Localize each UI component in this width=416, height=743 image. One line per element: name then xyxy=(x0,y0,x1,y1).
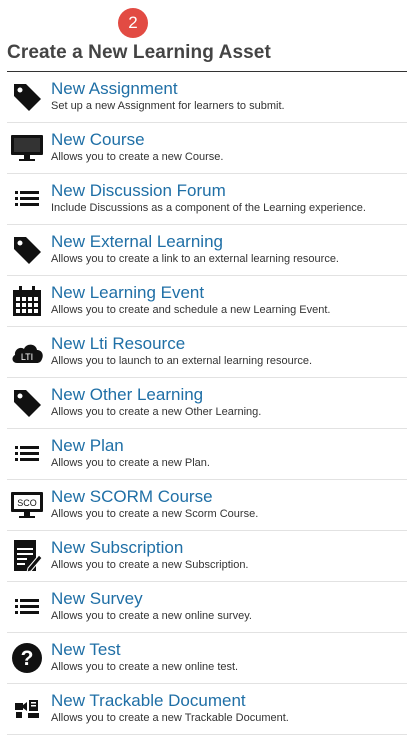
item-title[interactable]: New External Learning xyxy=(51,232,223,252)
item-title[interactable]: New SCORM Course xyxy=(51,487,213,507)
step-badge: 2 xyxy=(118,8,148,38)
item-title[interactable]: New Discussion Forum xyxy=(51,181,226,201)
list-item-new-other-learning[interactable]: New Other Learning Allows you to create … xyxy=(7,378,407,429)
item-description: Allows you to create a new Scorm Course. xyxy=(51,508,259,520)
scorm-monitor-icon: SCO xyxy=(9,487,45,523)
list-item-new-survey[interactable]: New Survey Allows you to create a new on… xyxy=(7,582,407,633)
item-description: Set up a new Assignment for learners to … xyxy=(51,100,285,112)
list-item-new-discussion-forum[interactable]: New Discussion Forum Include Discussions… xyxy=(7,174,407,225)
list-item-new-lti-resource[interactable]: LTI New Lti Resource Allows you to launc… xyxy=(7,327,407,378)
item-title[interactable]: New Lti Resource xyxy=(51,334,185,354)
item-title[interactable]: New Test xyxy=(51,640,121,660)
item-description: Allows you to create a new Other Learnin… xyxy=(51,406,262,418)
question-icon: ? xyxy=(9,640,45,676)
item-title[interactable]: New Plan xyxy=(51,436,124,456)
list-item-new-trackable-document[interactable]: New Trackable Document Allows you to cre… xyxy=(7,684,407,735)
item-description: Include Discussions as a component of th… xyxy=(51,202,366,214)
svg-text:?: ? xyxy=(21,647,34,670)
item-description: Allows you to create a link to an extern… xyxy=(51,253,339,265)
trackable-document-icon xyxy=(9,691,45,727)
item-description: Allows you to create a new online test. xyxy=(51,661,239,673)
item-description: Allows you to create and schedule a new … xyxy=(51,304,331,316)
list-icon xyxy=(9,181,45,217)
item-title[interactable]: New Trackable Document xyxy=(51,691,246,711)
list-icon xyxy=(9,436,45,472)
list-item-new-course[interactable]: New Course Allows you to create a new Co… xyxy=(7,123,407,174)
item-title[interactable]: New Other Learning xyxy=(51,385,203,405)
asset-list: New Assignment Set up a new Assignment f… xyxy=(7,72,407,735)
list-item-new-assignment[interactable]: New Assignment Set up a new Assignment f… xyxy=(7,72,407,123)
scorm-icon-label: SCO xyxy=(17,498,37,508)
list-item-new-scorm-course[interactable]: SCO New SCORM Course Allows you to creat… xyxy=(7,480,407,531)
item-description: Allows you to create a new Subscription. xyxy=(51,559,249,571)
list-item-new-learning-event[interactable]: New Learning Event Allows you to create … xyxy=(7,276,407,327)
item-title[interactable]: New Survey xyxy=(51,589,143,609)
list-item-new-plan[interactable]: New Plan Allows you to create a new Plan… xyxy=(7,429,407,480)
item-title[interactable]: New Course xyxy=(51,130,145,150)
monitor-icon xyxy=(9,130,45,166)
list-item-new-subscription[interactable]: New Subscription Allows you to create a … xyxy=(7,531,407,582)
item-description: Allows you to create a new Course. xyxy=(51,151,224,163)
item-description: Allows you to create a new Plan. xyxy=(51,457,210,469)
list-item-new-test[interactable]: ? New Test Allows you to create a new on… xyxy=(7,633,407,684)
tag-icon xyxy=(9,79,45,115)
lti-icon-label: LTI xyxy=(21,352,33,362)
list-icon xyxy=(9,589,45,625)
item-title[interactable]: New Subscription xyxy=(51,538,183,558)
item-description: Allows you to create a new Trackable Doc… xyxy=(51,712,289,724)
item-description: Allows you to create a new online survey… xyxy=(51,610,252,622)
page-title: Create a New Learning Asset xyxy=(7,42,271,63)
item-description: Allows you to launch to an external lear… xyxy=(51,355,313,367)
list-item-new-external-learning[interactable]: New External Learning Allows you to crea… xyxy=(7,225,407,276)
tag-icon xyxy=(9,232,45,268)
tag-icon xyxy=(9,385,45,421)
calendar-icon xyxy=(9,283,45,319)
item-title[interactable]: New Learning Event xyxy=(51,283,204,303)
subscription-icon xyxy=(9,538,45,574)
lti-cloud-icon: LTI xyxy=(9,334,45,370)
item-title[interactable]: New Assignment xyxy=(51,79,178,99)
